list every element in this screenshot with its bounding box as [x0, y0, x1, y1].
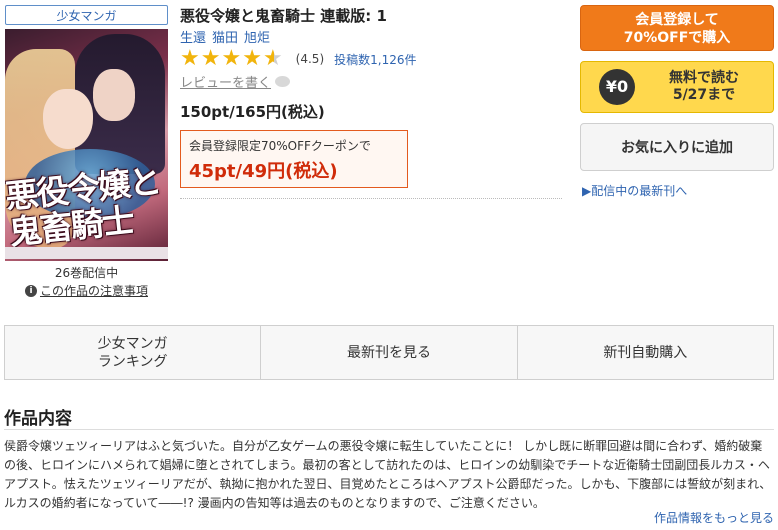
info-icon: i: [24, 284, 37, 297]
free-line1: 無料で読む: [669, 70, 739, 86]
cover-strip: [5, 247, 168, 259]
section-title: 作品内容: [4, 409, 72, 429]
genre-tag[interactable]: 少女マンガ: [5, 5, 168, 25]
signup-line1: 会員登録して: [635, 12, 719, 28]
auto-purchase-button[interactable]: 新刊自動購入: [517, 326, 773, 379]
author-link[interactable]: 猫田: [212, 27, 238, 46]
write-review-label: レビューを書く: [180, 76, 272, 91]
cover-title-art: 悪役令嬢と鬼畜騎士: [5, 161, 162, 253]
free-line2: 5/27まで: [672, 87, 736, 103]
rating: ★ ★ ★ ★ ★ (4.5) 投稿数1,126件: [180, 48, 416, 70]
rating-value: (4.5): [295, 52, 325, 66]
star-half-icon: ★: [262, 46, 283, 71]
signup-line2: 70%OFFで購入: [623, 30, 731, 46]
review-count-link[interactable]: 投稿数1,126件: [334, 51, 416, 68]
ranking-button[interactable]: 少女マンガ ランキング: [5, 326, 262, 379]
volume-count: 26巻配信中: [54, 266, 119, 280]
section-divider: [4, 429, 774, 430]
latest-volume-button[interactable]: 最新刊を見る: [261, 326, 518, 379]
notice-link[interactable]: i この作品の注意事項: [5, 282, 168, 299]
signup-purchase-button[interactable]: 会員登録して 70%OFFで購入: [580, 5, 774, 51]
write-review-link[interactable]: レビューを書く: [180, 72, 291, 91]
ranking-line2: ランキング: [97, 353, 168, 370]
read-free-button[interactable]: ¥0 無料で読む 5/27まで: [580, 61, 774, 113]
ranking-line1: 少女マンガ: [97, 335, 168, 352]
coupon-box: 会員登録限定70%OFFクーポンで 45pt/49円(税込): [180, 130, 408, 188]
author-list: 生還 猫田 旭炬: [180, 27, 270, 46]
latest-volume-link[interactable]: ▶配信中の最新刊へ: [582, 182, 687, 199]
book-title: 悪役令嬢と鬼畜騎士 連載版: 1: [180, 7, 387, 25]
notice-label: この作品の注意事項: [39, 284, 148, 298]
price: 150pt/165円(税込): [180, 103, 325, 121]
coupon-price: 45pt/49円(税込): [189, 161, 338, 182]
author-link[interactable]: 旭炬: [244, 27, 270, 46]
star-full-icon: ★: [200, 46, 221, 71]
star-full-icon: ★: [242, 46, 262, 71]
auto-purchase-label: 新刊自動購入: [603, 344, 688, 361]
star-full-icon: ★: [180, 46, 200, 71]
coupon-text: 会員登録限定70%OFFクーポンで: [189, 139, 371, 153]
speech-bubble-icon: [275, 76, 291, 87]
star-full-icon: ★: [221, 46, 242, 71]
action-nav: 少女マンガ ランキング 最新刊を見る 新刊自動購入: [4, 325, 774, 380]
add-favorite-button[interactable]: お気に入りに追加: [580, 123, 774, 171]
cover-art-heroine-face: [43, 89, 93, 149]
more-info-link[interactable]: 作品情報をもっと見る: [654, 509, 774, 526]
yen-zero-icon: ¥0: [599, 69, 635, 105]
rating-stars: ★ ★ ★ ★ ★: [180, 48, 284, 70]
cover-art-knight-face: [93, 69, 135, 121]
latest-volume-label: 最新刊を見る: [346, 344, 431, 361]
cover-image[interactable]: 悪役令嬢と鬼畜騎士: [5, 29, 168, 261]
description-text: 侯爵令嬢ツェツィーリアはふと気づいた。自分が乙女ゲームの悪役令嬢に転生していたこ…: [4, 439, 772, 510]
author-link[interactable]: 生還: [180, 27, 206, 46]
divider: [180, 198, 562, 199]
read-free-label: 無料で読む 5/27まで: [635, 70, 773, 104]
